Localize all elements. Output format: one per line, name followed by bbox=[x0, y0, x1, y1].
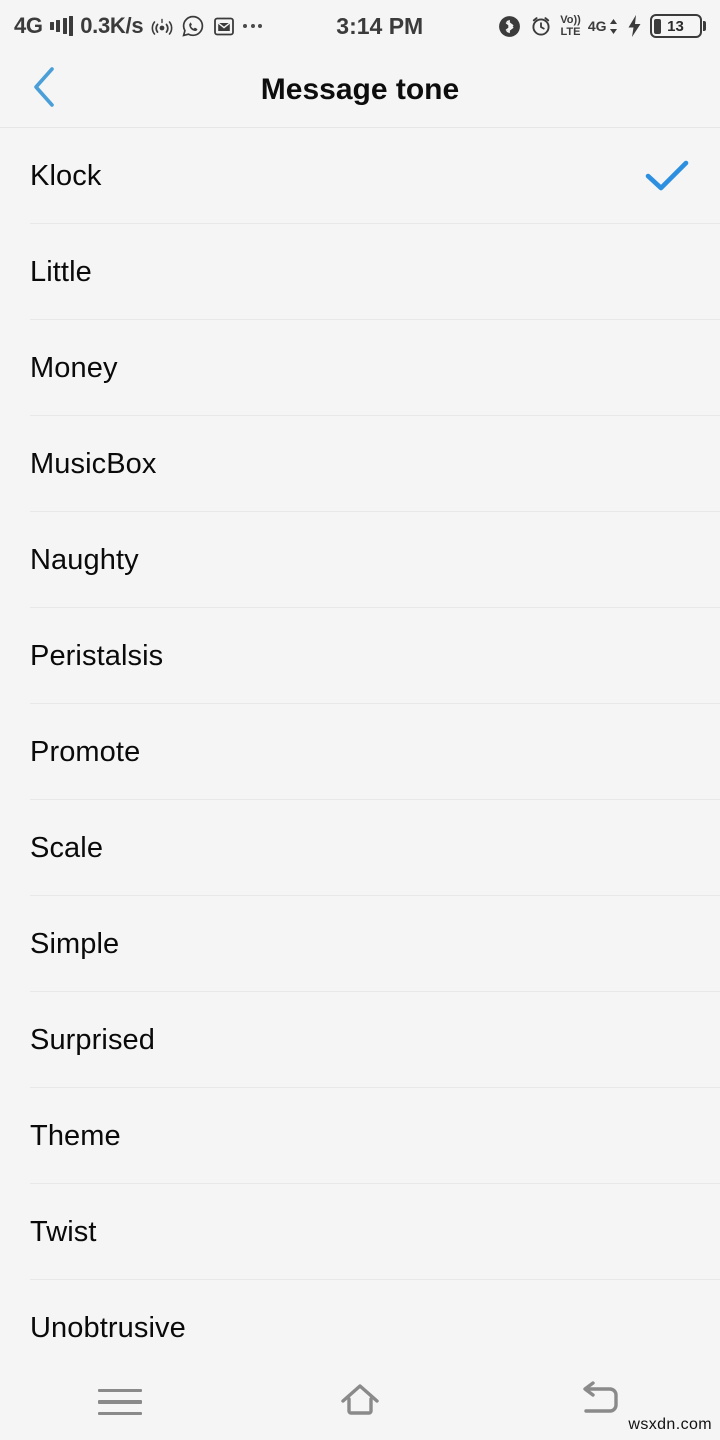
tone-label: MusicBox bbox=[30, 447, 157, 480]
alarm-clock-icon bbox=[529, 14, 553, 38]
hotspot-icon bbox=[150, 15, 174, 37]
tone-label: Little bbox=[30, 255, 92, 288]
recents-button[interactable] bbox=[0, 1364, 240, 1440]
checkmark-icon bbox=[644, 153, 690, 199]
tone-list-item[interactable]: Twist bbox=[0, 1184, 720, 1280]
mail-icon bbox=[212, 15, 236, 38]
data-network-label: 4G bbox=[587, 18, 607, 34]
back-button[interactable] bbox=[0, 52, 88, 128]
app-header: Message tone bbox=[0, 52, 720, 128]
tone-label: Money bbox=[30, 351, 118, 384]
tone-label: Unobtrusive bbox=[30, 1311, 186, 1344]
tone-label: Peristalsis bbox=[30, 639, 164, 672]
tone-label: Surprised bbox=[30, 1023, 156, 1056]
phone-screen: 4G 0.3K/s 3:14 PM Vo)) LTE 4G 13 Message… bbox=[0, 0, 720, 1440]
data-network-icon: 4G bbox=[588, 18, 619, 35]
back-arrow-icon bbox=[576, 1379, 624, 1426]
tone-list-item[interactable]: Scale bbox=[0, 800, 720, 896]
whatsapp-icon bbox=[181, 14, 205, 38]
data-speed-label: 0.3K/s bbox=[80, 13, 144, 38]
tone-list-item[interactable]: Peristalsis bbox=[0, 608, 720, 704]
volte-icon: Vo)) LTE bbox=[560, 13, 581, 38]
network-type-label: 4G bbox=[14, 13, 43, 38]
tone-label: Promote bbox=[30, 735, 141, 768]
tone-label: Klock bbox=[30, 159, 102, 192]
status-bar-left: 4G 0.3K/s bbox=[14, 13, 263, 39]
status-bar: 4G 0.3K/s 3:14 PM Vo)) LTE 4G 13 bbox=[0, 0, 720, 52]
tone-list-item[interactable]: Surprised bbox=[0, 992, 720, 1088]
watermark: wsxdn.com bbox=[628, 1416, 712, 1433]
back-chevron-icon bbox=[27, 64, 61, 115]
tone-label: Naughty bbox=[30, 543, 139, 576]
tone-list-item[interactable]: Klock bbox=[0, 128, 720, 224]
volte-line1: Vo)) bbox=[560, 13, 581, 26]
page-title: Message tone bbox=[260, 72, 460, 106]
tone-list-item[interactable]: Little bbox=[0, 224, 720, 320]
home-icon bbox=[335, 1379, 385, 1426]
status-bar-center: 3:14 PM bbox=[262, 13, 497, 40]
volte-line2: LTE bbox=[560, 25, 581, 38]
more-dots-icon bbox=[243, 24, 263, 28]
menu-icon bbox=[98, 1388, 142, 1416]
message-tone-list[interactable]: Klock Little Money MusicBox Naughty Peristals… bbox=[0, 128, 720, 1364]
status-bar-right: Vo)) LTE 4G 13 bbox=[497, 14, 706, 39]
tone-list-item[interactable]: Simple bbox=[0, 896, 720, 992]
tone-list-item[interactable]: Unobtrusive bbox=[0, 1280, 720, 1364]
tone-list-item[interactable]: MusicBox bbox=[0, 416, 720, 512]
tone-list-item[interactable]: Naughty bbox=[0, 512, 720, 608]
signal-bars-icon bbox=[49, 16, 74, 36]
tone-list-item[interactable]: Money bbox=[0, 320, 720, 416]
battery-icon: 13 bbox=[649, 14, 706, 38]
clock-label: 3:14 PM bbox=[336, 12, 424, 39]
system-navigation-bar bbox=[0, 1364, 720, 1440]
tone-list-item[interactable]: Theme bbox=[0, 1088, 720, 1184]
battery-level-label: 13 bbox=[667, 17, 684, 35]
tone-label: Simple bbox=[30, 927, 120, 960]
tone-list-item[interactable]: Promote bbox=[0, 704, 720, 800]
charging-bolt-icon bbox=[626, 14, 643, 38]
tone-label: Theme bbox=[30, 1119, 121, 1152]
home-button[interactable] bbox=[240, 1364, 480, 1440]
bluetooth-icon bbox=[497, 14, 522, 39]
tone-label: Twist bbox=[30, 1215, 97, 1248]
data-transfer-arrows-icon bbox=[608, 18, 619, 35]
tone-label: Scale bbox=[30, 831, 104, 864]
